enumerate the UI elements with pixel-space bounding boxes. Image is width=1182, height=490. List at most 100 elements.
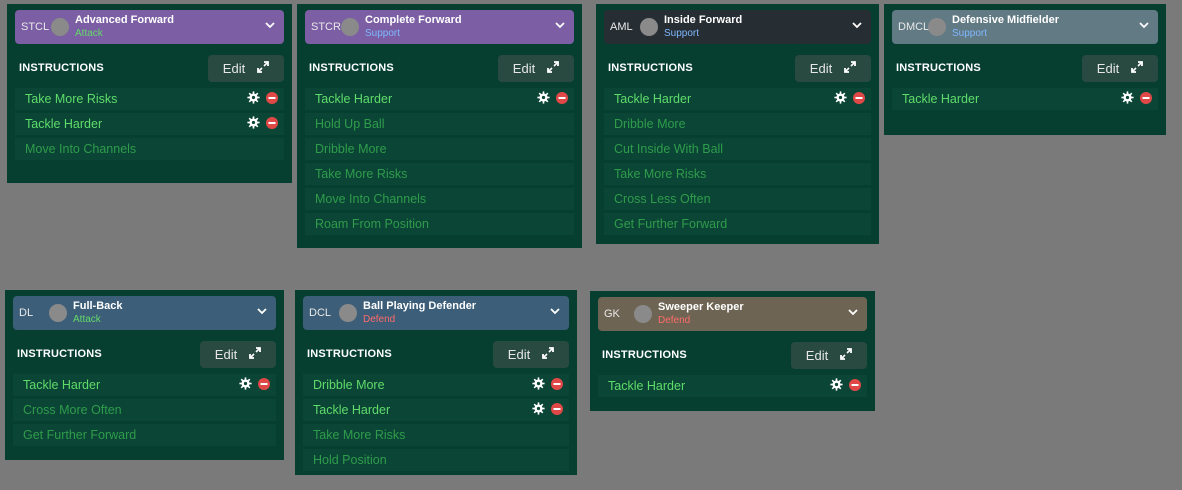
role-duty: Support: [952, 28, 988, 39]
chevron-down-icon[interactable]: [1138, 18, 1150, 36]
instruction-row[interactable]: Move Into Channels: [15, 138, 284, 160]
instruction-row[interactable]: Cross Less Often: [604, 188, 871, 210]
gear-icon[interactable]: [834, 91, 847, 107]
remove-icon[interactable]: [258, 377, 270, 393]
instruction-row[interactable]: Take More Risks: [303, 424, 569, 446]
role-selector[interactable]: STCL Advanced Forward Attack: [15, 10, 284, 44]
edit-button[interactable]: Edit: [795, 54, 871, 82]
remove-icon[interactable]: [266, 91, 278, 107]
instructions-title: INSTRUCTIONS: [17, 348, 102, 360]
instruction-list: Tackle Harder Dribble More Cut Inside With…: [604, 88, 871, 235]
remove-icon[interactable]: [266, 116, 278, 132]
instruction-row[interactable]: Hold Up Ball: [305, 113, 574, 135]
instruction-row[interactable]: Tackle Harder: [305, 88, 574, 110]
instruction-row[interactable]: Cut Inside With Ball: [604, 138, 871, 160]
role-name: Sweeper Keeper: [658, 301, 744, 313]
instruction-row[interactable]: Take More Risks: [15, 88, 284, 110]
role-name: Ball Playing Defender: [363, 300, 477, 312]
instruction-label: Take More Risks: [313, 428, 406, 442]
gear-icon[interactable]: [537, 91, 550, 107]
instruction-actions: [830, 378, 861, 394]
instruction-row[interactable]: Tackle Harder: [598, 375, 867, 397]
edit-label: Edit: [512, 60, 536, 76]
chevron-down-icon[interactable]: [264, 18, 276, 36]
instruction-row[interactable]: Tackle Harder: [604, 88, 871, 110]
edit-button[interactable]: Edit: [200, 340, 276, 368]
role-selector[interactable]: DCL Ball Playing Defender Defend: [303, 296, 569, 330]
remove-icon[interactable]: [551, 377, 563, 393]
edit-label: Edit: [222, 60, 246, 76]
instruction-label: Move Into Channels: [25, 142, 137, 156]
remove-icon[interactable]: [556, 91, 568, 107]
role-info: Advanced Forward Attack: [75, 14, 264, 40]
position-code: STCL: [21, 21, 50, 33]
instruction-label: Cross More Often: [23, 403, 122, 417]
chevron-down-icon[interactable]: [549, 304, 561, 322]
instruction-row[interactable]: Dribble More: [305, 138, 574, 160]
instruction-label: Tackle Harder: [614, 92, 692, 106]
player-avatar: [49, 304, 67, 322]
instruction-actions: [1121, 91, 1152, 107]
instruction-row[interactable]: Move Into Channels: [305, 188, 574, 210]
instructions-bar: INSTRUCTIONS Edit: [303, 340, 569, 368]
instruction-row[interactable]: Take More Risks: [305, 163, 574, 185]
instruction-actions: [247, 116, 278, 132]
role-info: Full-Back Attack: [73, 300, 256, 326]
gear-icon[interactable]: [247, 91, 260, 107]
instruction-label: Tackle Harder: [25, 117, 103, 131]
gear-icon[interactable]: [1121, 91, 1134, 107]
edit-button[interactable]: Edit: [791, 341, 867, 369]
instruction-row[interactable]: Cross More Often: [13, 399, 276, 421]
expand-icon: [249, 346, 262, 362]
edit-button[interactable]: Edit: [208, 54, 284, 82]
instruction-row[interactable]: Tackle Harder: [303, 399, 569, 421]
role-selector[interactable]: DL Full-Back Attack: [13, 296, 276, 330]
role-selector[interactable]: GK Sweeper Keeper Defend: [598, 297, 867, 331]
edit-label: Edit: [1096, 60, 1120, 76]
chevron-down-icon[interactable]: [847, 305, 859, 323]
instruction-actions: [532, 377, 563, 393]
role-info: Sweeper Keeper Defend: [658, 301, 847, 327]
instruction-row[interactable]: Get Further Forward: [604, 213, 871, 235]
remove-icon[interactable]: [551, 402, 563, 418]
role-selector[interactable]: STCR Complete Forward Support: [305, 10, 574, 44]
gear-icon[interactable]: [830, 378, 843, 394]
edit-button[interactable]: Edit: [493, 340, 569, 368]
chevron-down-icon[interactable]: [256, 304, 268, 322]
chevron-down-icon[interactable]: [554, 18, 566, 36]
gear-icon[interactable]: [532, 377, 545, 393]
instructions-title: INSTRUCTIONS: [608, 62, 693, 74]
instruction-actions: [239, 377, 270, 393]
instruction-row[interactable]: Hold Position: [303, 449, 569, 471]
instructions-bar: INSTRUCTIONS Edit: [13, 340, 276, 368]
gear-icon[interactable]: [532, 402, 545, 418]
remove-icon[interactable]: [1140, 91, 1152, 107]
gear-icon[interactable]: [239, 377, 252, 393]
player-avatar: [640, 18, 658, 36]
role-duty: Support: [664, 28, 700, 39]
instructions-bar: INSTRUCTIONS Edit: [598, 341, 867, 369]
instruction-row[interactable]: Dribble More: [303, 374, 569, 396]
role-selector[interactable]: AML Inside Forward Support: [604, 10, 871, 44]
instruction-row[interactable]: Tackle Harder: [892, 88, 1158, 110]
expand-icon: [844, 60, 857, 76]
instruction-row[interactable]: Dribble More: [604, 113, 871, 135]
player-avatar: [51, 18, 69, 36]
instruction-row[interactable]: Roam From Position: [305, 213, 574, 235]
gear-icon[interactable]: [247, 116, 260, 132]
instruction-row[interactable]: Tackle Harder: [15, 113, 284, 135]
player-avatar: [928, 18, 946, 36]
instructions-title: INSTRUCTIONS: [19, 62, 104, 74]
role-selector[interactable]: DMCL Defensive Midfielder Support: [892, 10, 1158, 44]
expand-icon: [1131, 60, 1144, 76]
edit-button[interactable]: Edit: [498, 54, 574, 82]
instruction-label: Cross Less Often: [614, 192, 711, 206]
edit-button[interactable]: Edit: [1082, 54, 1158, 82]
chevron-down-icon[interactable]: [851, 18, 863, 36]
instruction-list: Tackle Harder: [598, 375, 867, 397]
instruction-row[interactable]: Tackle Harder: [13, 374, 276, 396]
remove-icon[interactable]: [849, 378, 861, 394]
instruction-row[interactable]: Take More Risks: [604, 163, 871, 185]
instruction-row[interactable]: Get Further Forward: [13, 424, 276, 446]
remove-icon[interactable]: [853, 91, 865, 107]
